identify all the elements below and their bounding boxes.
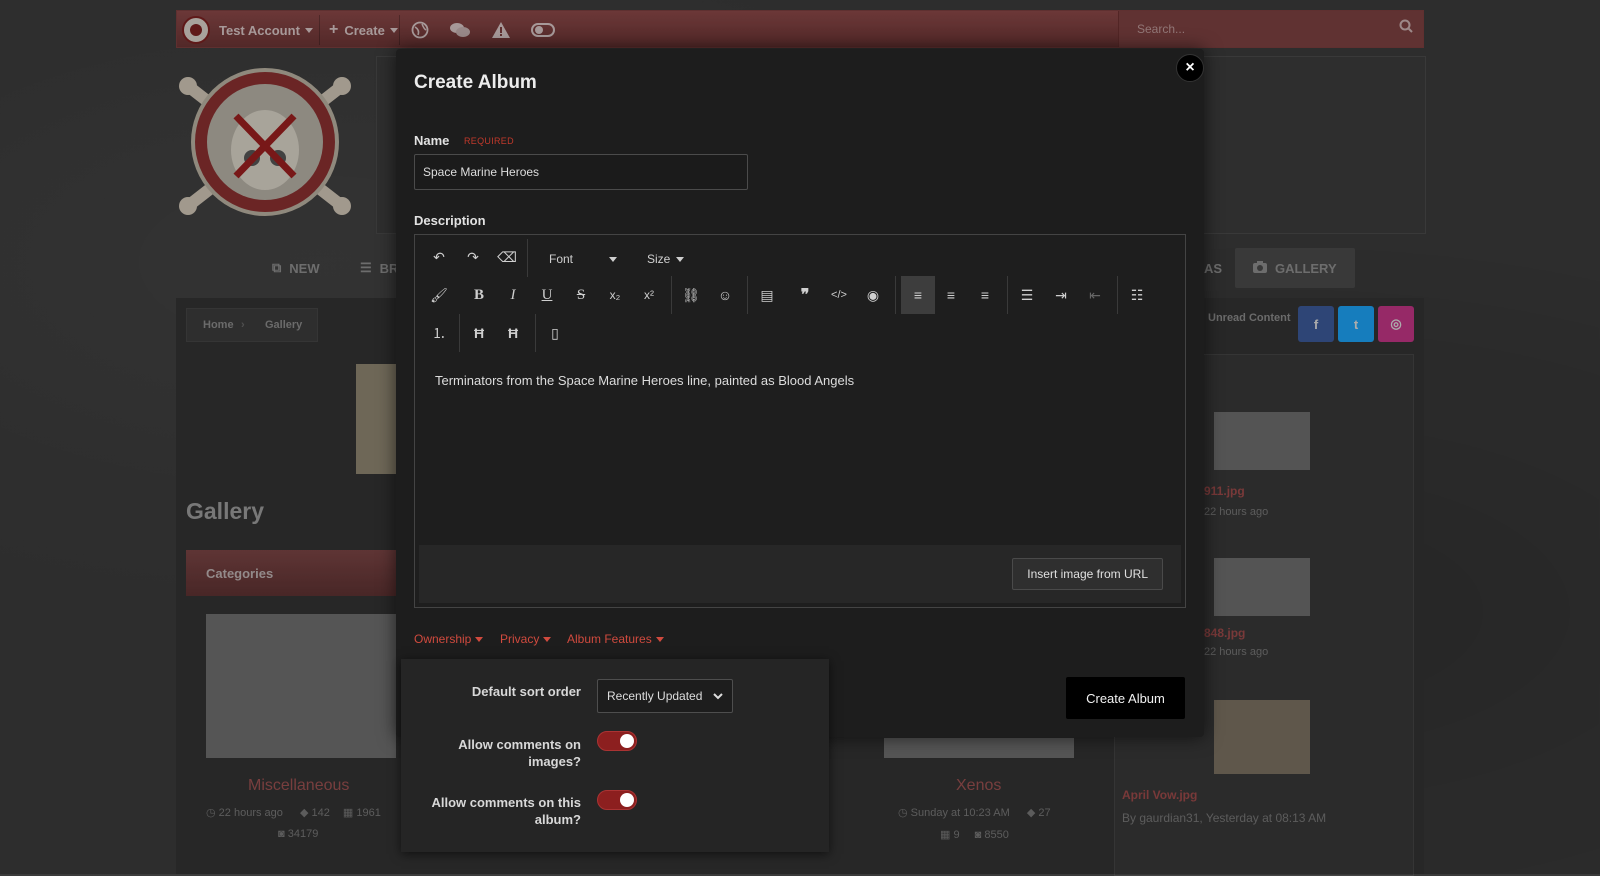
tab-privacy-label: Privacy <box>500 632 540 646</box>
sort-order-value: Recently Updated <box>607 689 703 703</box>
chevron-down-icon <box>712 689 724 706</box>
font-label: Font <box>549 252 574 266</box>
chevron-down-icon <box>543 636 552 642</box>
toggle-knob <box>620 734 634 748</box>
eraser-icon[interactable]: ⌫ <box>493 243 521 271</box>
spoiler-eye-icon[interactable]: ◉ <box>859 281 887 309</box>
tab-album-features[interactable]: Album Features <box>567 632 664 646</box>
quote-icon[interactable]: ❞ <box>791 281 819 309</box>
italic-icon[interactable]: I <box>499 281 527 309</box>
font-dropdown[interactable]: Font <box>549 252 618 266</box>
undo-icon[interactable]: ↶ <box>425 243 453 271</box>
underline-icon[interactable]: U <box>533 281 561 309</box>
link-icon[interactable]: ⛓ <box>677 281 705 309</box>
code-icon[interactable]: </> <box>825 281 853 309</box>
tab-ownership-label: Ownership <box>414 632 472 646</box>
align-right-icon[interactable]: ≡ <box>971 281 999 309</box>
album-features-menu: Default sort order Recently Updated Allo… <box>401 659 829 852</box>
size-dropdown[interactable]: Size <box>647 252 685 266</box>
align-center-icon[interactable]: ≡ <box>937 281 965 309</box>
align-left-icon[interactable]: ≡ <box>901 276 935 314</box>
editor-footer: Insert image from URL <box>419 545 1181 603</box>
insert-image-from-url-button[interactable]: Insert image from URL <box>1012 558 1163 590</box>
size-label: Size <box>647 252 671 266</box>
allow-image-comments-toggle[interactable] <box>597 731 637 751</box>
heading-1-icon[interactable]: Ħ <box>465 319 493 347</box>
description-text[interactable]: Terminators from the Space Marine Heroes… <box>435 373 854 388</box>
subscript-icon[interactable]: x₂ <box>601 281 629 309</box>
text-color-icon[interactable]: 🖌 <box>425 281 453 309</box>
allow-image-comments-label: Allow comments on images? <box>458 737 581 769</box>
allow-album-comments-label: Allow comments on this album? <box>431 795 581 827</box>
sort-order-label: Default sort order <box>471 684 581 699</box>
indent-icon[interactable]: ⇥ <box>1047 281 1075 309</box>
sort-order-select[interactable]: Recently Updated <box>597 679 733 713</box>
bold-icon[interactable]: B <box>465 281 493 309</box>
tab-privacy[interactable]: Privacy <box>500 632 552 646</box>
chevron-down-icon <box>655 636 664 642</box>
required-badge: REQUIRED <box>464 136 514 146</box>
document-icon[interactable]: ▤ <box>753 281 781 309</box>
tab-album-features-label: Album Features <box>567 632 652 646</box>
chevron-down-icon <box>475 636 484 642</box>
numbered-list-icon[interactable]: ⒈ <box>425 319 453 347</box>
album-name-input[interactable] <box>414 154 748 190</box>
allow-album-comments-toggle[interactable] <box>597 790 637 810</box>
strikethrough-icon[interactable]: S <box>567 281 595 309</box>
superscript-icon[interactable]: x² <box>635 281 663 309</box>
description-editor: ↶ ↷ ⌫ Font Size 🖌 B I U S x₂ x² ⛓ ☺ ▤ ❞ … <box>414 234 1186 608</box>
chevron-down-icon <box>609 256 618 262</box>
name-label: Name <box>414 133 450 148</box>
modal-title: Create Album <box>414 72 537 93</box>
tab-ownership[interactable]: Ownership <box>414 632 484 646</box>
bullet-list-icon[interactable]: ☷ <box>1123 281 1151 309</box>
justify-icon[interactable]: ☰ <box>1013 281 1041 309</box>
toggle-knob <box>620 793 634 807</box>
heading-2-icon[interactable]: Ħ <box>499 319 527 347</box>
chevron-down-icon <box>676 256 685 262</box>
description-label: Description <box>414 213 486 228</box>
create-album-button[interactable]: Create Album <box>1066 677 1185 719</box>
outdent-icon[interactable]: ⇤ <box>1081 281 1109 309</box>
template-icon[interactable]: ▯ <box>541 319 569 347</box>
redo-icon[interactable]: ↷ <box>459 243 487 271</box>
close-icon[interactable]: × <box>1176 54 1204 82</box>
emoji-icon[interactable]: ☺ <box>711 281 739 309</box>
